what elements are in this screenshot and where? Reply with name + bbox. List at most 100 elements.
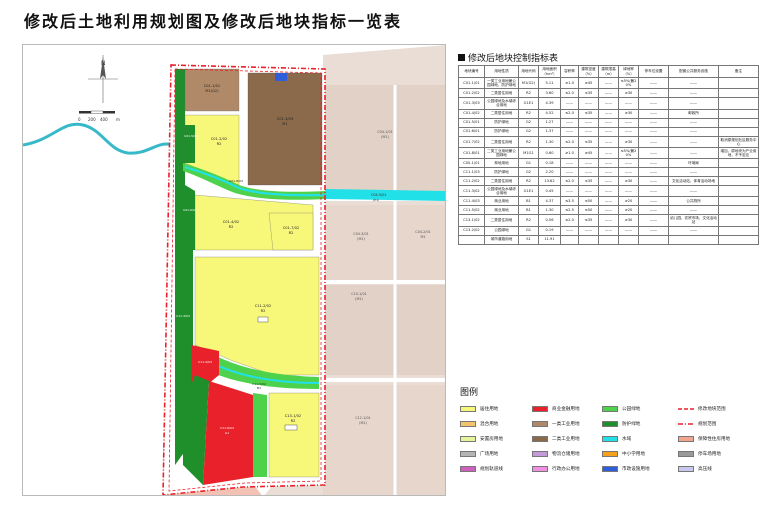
table-cell: —— bbox=[578, 97, 599, 110]
table-cell: —— bbox=[560, 184, 579, 198]
outside-block-c04-3 bbox=[323, 205, 445, 280]
parcel-c11-4-code: C11-4/03 bbox=[198, 360, 212, 364]
table-cell: —— bbox=[668, 76, 719, 90]
table-cell: C05-1/01 bbox=[458, 158, 485, 168]
legend-label: 商业金融用地 bbox=[552, 406, 580, 412]
legend-item: 高压线 bbox=[678, 464, 712, 473]
table-cell bbox=[718, 234, 759, 245]
table-header-cell: 绿地率（%） bbox=[618, 65, 639, 78]
legend-label: 停车场用地 bbox=[698, 451, 721, 457]
table-cell: —— bbox=[638, 158, 669, 168]
utility-site bbox=[275, 73, 287, 81]
legend-item: 中小学用地 bbox=[602, 449, 645, 458]
legend-swatch bbox=[678, 450, 694, 457]
table-cell: ≥45 bbox=[578, 146, 599, 160]
table-cell: ≥1.0 bbox=[560, 146, 579, 160]
table-cell: —— bbox=[668, 184, 719, 198]
table-cell: G1 bbox=[518, 225, 539, 236]
table-cell: —— bbox=[638, 117, 669, 128]
legend-swatch bbox=[532, 420, 548, 427]
table-cell bbox=[718, 158, 759, 168]
table-cell: —— bbox=[618, 126, 639, 137]
table-cell: 邮政所 bbox=[668, 108, 719, 119]
table-cell: ≥1.0 bbox=[560, 76, 579, 90]
table-cell: —— bbox=[598, 176, 619, 186]
legend-label: 市政设施用地 bbox=[622, 466, 650, 472]
legend-item: 二类工业用地 bbox=[532, 434, 580, 443]
table-cell: C01-1/01 bbox=[458, 76, 485, 90]
legend-swatch bbox=[602, 405, 618, 412]
legend-label: 行政办公用地 bbox=[552, 466, 580, 472]
table-cell: M1G1 bbox=[518, 146, 539, 160]
parcel-c12-1-use: (M1) bbox=[359, 421, 367, 425]
table-cell: 1.30 bbox=[538, 205, 561, 216]
legend-swatch bbox=[532, 435, 548, 442]
parcel-c01-1-code: C01-1/01 bbox=[204, 84, 220, 88]
table-cell bbox=[618, 234, 639, 245]
table-cell: 一类工业用地兼公园绿地、防护绿地 bbox=[484, 76, 519, 90]
table-cell: G2 bbox=[518, 117, 539, 128]
table-cell: ≤35 bbox=[578, 214, 599, 227]
legend-label: 防护绿地 bbox=[622, 421, 641, 427]
table-cell: ≤5%/兼20% bbox=[618, 146, 639, 160]
parcel-c11-5-use: B1 bbox=[257, 386, 261, 390]
table-cell: —— bbox=[560, 225, 579, 236]
table-cell: 防护绿地 bbox=[484, 126, 519, 137]
facility-icon-c11-2 bbox=[257, 316, 269, 323]
table-cell: ≤50 bbox=[578, 196, 599, 207]
legend-item: 安置房用地 bbox=[460, 434, 503, 443]
table-cell: —— bbox=[668, 205, 719, 216]
table-cell: R2 bbox=[518, 88, 539, 99]
table-cell: —— bbox=[618, 117, 639, 128]
table-cell bbox=[718, 117, 759, 128]
table-cell bbox=[718, 88, 759, 99]
table-header-cell: 用地性质 bbox=[484, 65, 519, 78]
table-cell: 文化活动站、体育活动场地 bbox=[668, 176, 719, 186]
table-cell bbox=[718, 225, 759, 236]
legend-label: 规划轨道线 bbox=[480, 466, 503, 472]
table-cell: C13-1/02 bbox=[458, 214, 485, 227]
table-cell: —— bbox=[598, 214, 619, 227]
table-cell: 1.30 bbox=[538, 135, 561, 148]
parcel-c01-2-code: C01-2/02 bbox=[211, 137, 227, 141]
table-cell: ≤35 bbox=[578, 176, 599, 186]
table-cell bbox=[638, 234, 669, 245]
table-title-marker bbox=[458, 54, 465, 61]
table-cell: 公园绿地及水域综合用地 bbox=[484, 184, 519, 198]
table-cell: 2.20 bbox=[538, 167, 561, 177]
legend-swatch bbox=[460, 450, 476, 457]
table-header-cell: 地块编号 bbox=[458, 65, 485, 78]
table-cell: C11-4/03 bbox=[458, 196, 485, 207]
table-row: C01-1/01 一类工业用地兼公园绿地、防护绿地 M1(G2) 5.11 ≥1.0 ≥4… bbox=[458, 76, 759, 90]
table-cell bbox=[718, 196, 759, 207]
table-cell: —— bbox=[578, 225, 599, 236]
table-cell: G1E1 bbox=[518, 97, 539, 110]
table-cell: ≥20 bbox=[618, 205, 639, 216]
table-cell bbox=[578, 234, 599, 245]
table-cell: C01-8/01 bbox=[458, 146, 485, 160]
table-cell: —— bbox=[638, 225, 669, 236]
parcel-c11-6-use: G1 bbox=[225, 431, 229, 435]
legend-label: 安置房用地 bbox=[480, 436, 503, 442]
table-row: C11-3/02 公园绿地及水域综合用地 G1E1 0.45 —— —— —— —— —— —— bbox=[458, 184, 759, 198]
table-row: C01-3/03 公园绿地及水域综合用地 G1E1 4.39 —— —— —— —— —— —— bbox=[458, 97, 759, 110]
table-cell: —— bbox=[560, 126, 579, 137]
table-cell: 4.37 bbox=[538, 196, 561, 207]
table-cell: R2 bbox=[518, 176, 539, 186]
parcel-c01-4-use: R2 bbox=[229, 225, 234, 229]
table-cell: —— bbox=[598, 108, 619, 119]
table-cell: R2 bbox=[518, 214, 539, 227]
legend-label: 广场用地 bbox=[480, 451, 499, 457]
table-cell: —— bbox=[618, 97, 639, 110]
table-cell bbox=[718, 167, 759, 177]
legend-item: 广场用地 bbox=[460, 449, 498, 458]
outside-block-c10-1 bbox=[323, 285, 445, 375]
table-row: C01-4/02 二类居住用地 R2 4.52 ≤2.0 ≤35 —— ≥30 —— 邮政所 bbox=[458, 108, 759, 119]
parcel-c01-7-use: R2 bbox=[289, 231, 294, 235]
table-cell: ≤5%/兼20% bbox=[618, 76, 639, 90]
table-cell: 1.37 bbox=[538, 126, 561, 137]
parcel-c04-1-use: (M1) bbox=[381, 135, 389, 139]
legend-item: 停车场用地 bbox=[678, 449, 721, 458]
table-cell: 11.91 bbox=[538, 234, 561, 245]
parcel-c04-1-code: C04-1/01 bbox=[377, 130, 393, 134]
